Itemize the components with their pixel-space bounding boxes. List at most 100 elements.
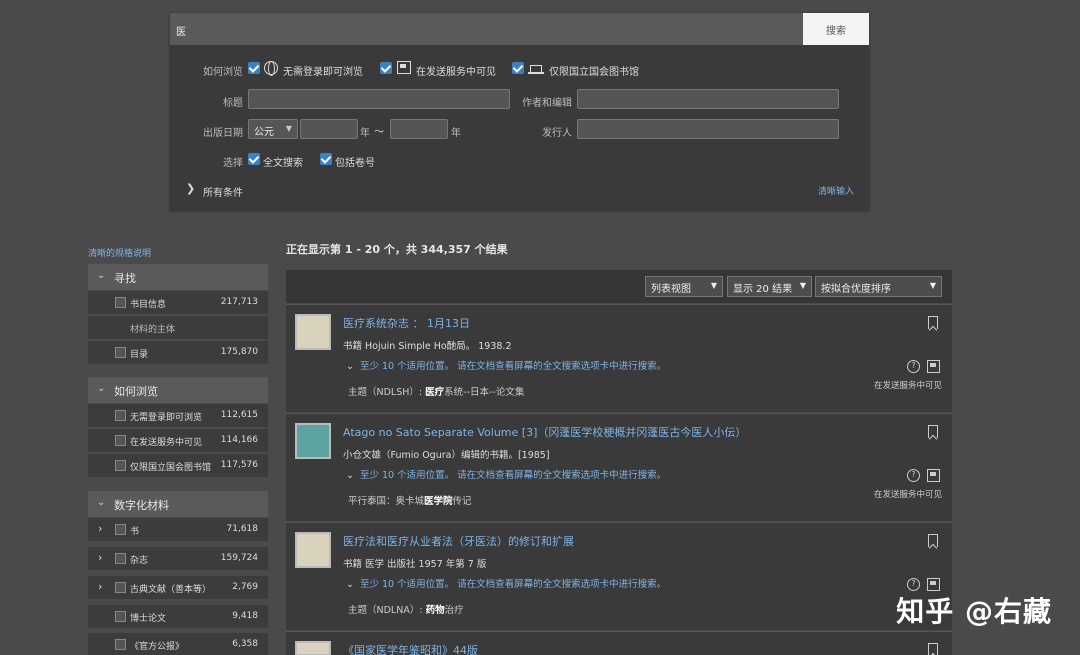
facet-item[interactable]: 无需登录即可浏览 112,615 — [88, 404, 268, 428]
facet-checkbox[interactable] — [115, 639, 126, 650]
facet-item-name: 博士论文 — [130, 614, 167, 624]
search-query: 医 — [176, 27, 186, 38]
facet-item[interactable]: 在发送服务中可见 114,166 — [88, 429, 268, 453]
facet-item[interactable]: 仅限国立国会图书馆 117,576 — [88, 454, 268, 478]
all-conditions-toggle[interactable]: 所有条件 — [203, 184, 243, 199]
year-suffix-from: 年 — [360, 128, 370, 139]
facet-item-count: 6,358 — [232, 639, 258, 649]
facet-item[interactable]: 《官方公报》 6,358 — [88, 633, 268, 655]
browse-delivery-checkbox[interactable] — [380, 62, 392, 74]
chevron-down-icon: ▼ — [710, 281, 717, 290]
result-title-link[interactable]: Atago no Sato Separate Volume [3]（冈蓬医学校梗… — [343, 424, 746, 440]
facet-item-count: 159,724 — [220, 553, 258, 563]
facet-checkbox[interactable] — [115, 410, 126, 421]
result-snippet-toggle[interactable]: ⌄ 至少 10 个适用位置。 请在文档查看屏幕的全文搜索选项卡中进行搜索。 — [346, 358, 666, 372]
chevron-right-icon[interactable]: › — [98, 551, 102, 564]
result-thumbnail[interactable] — [295, 532, 331, 568]
chevron-down-icon[interactable]: ❯ — [186, 182, 195, 195]
subject-prefix: 主题（NDLNA）: — [348, 605, 423, 616]
facet-group-digital[interactable]: ⌄ 数字化材料 — [88, 491, 268, 517]
search-input[interactable]: 医 搜索 — [170, 13, 869, 45]
facet-group-find[interactable]: ⌄ 寻找 — [88, 264, 268, 290]
facet-checkbox[interactable] — [115, 524, 126, 535]
bookmark-icon[interactable] — [928, 534, 938, 547]
publisher-label: 发行人 — [542, 128, 572, 139]
result-snippet: 至少 10 个适用位置。 请在文档查看屏幕的全文搜索选项卡中进行搜索。 — [359, 579, 667, 590]
title-input[interactable] — [248, 89, 510, 109]
facet-item-name: 无需登录即可浏览 — [130, 413, 203, 423]
facet-item[interactable]: › 书 71,618 — [88, 518, 268, 542]
facet-item-count: 114,166 — [220, 435, 258, 445]
result-snippet-toggle[interactable]: ⌄ 至少 10 个适用位置。 请在文档查看屏幕的全文搜索选项卡中进行搜索。 — [346, 576, 666, 590]
facet-item-name: 目录 — [130, 350, 149, 360]
facet-item[interactable]: 目录 175,870 — [88, 341, 268, 365]
result-thumbnail[interactable] — [295, 314, 331, 350]
result-meta: 书籍 Hojuin Simple Ho酏局。 1938.2 — [343, 341, 512, 352]
results-toolbar: 列表视图 ▼ 显示 20 结果 ▼ 按拟合优度排序 ▼ — [286, 270, 952, 303]
help-icon[interactable]: ? — [907, 360, 920, 373]
author-label: 作者和编辑 — [522, 98, 572, 109]
author-input[interactable] — [577, 89, 839, 109]
year-from-input[interactable] — [300, 119, 358, 139]
facet-item[interactable]: 书目信息 217,713 — [88, 291, 268, 315]
date-label: 出版日期 — [203, 128, 243, 139]
view-select-value: 列表视图 — [651, 284, 691, 295]
browse-delivery-label: 在发送服务中可见 — [416, 67, 496, 78]
result-thumbnail[interactable] — [295, 641, 331, 655]
view-select[interactable]: 列表视图 ▼ — [645, 276, 723, 297]
volume-checkbox[interactable] — [320, 153, 332, 165]
chevron-down-icon: ▼ — [799, 281, 806, 290]
facet-checkbox[interactable] — [115, 347, 126, 358]
per-page-select-value: 显示 20 结果 — [733, 284, 793, 295]
clear-input-link[interactable]: 清晰输入 — [818, 184, 854, 197]
facet-item-count: 217,713 — [220, 297, 258, 307]
facet-checkbox[interactable] — [115, 553, 126, 564]
watermark: 知乎 @右藏 — [896, 595, 1052, 628]
result-subject: 平行泰国：奥卡城医学院传记 — [348, 493, 472, 507]
sort-select[interactable]: 按拟合优度排序 ▼ — [815, 276, 942, 297]
chevron-down-icon: ⌄ — [346, 579, 354, 590]
browse-ndl-only-checkbox[interactable] — [512, 62, 524, 74]
result-item: 医疗系统杂志 ： 1月13日 书籍 Hojuin Simple Ho酏局。 19… — [286, 304, 952, 412]
chevron-down-icon: ▼ — [929, 281, 936, 290]
chevron-right-icon[interactable]: › — [98, 522, 102, 535]
bookmark-icon[interactable] — [928, 425, 938, 438]
browse-no-login-checkbox[interactable] — [248, 62, 260, 74]
result-title-link[interactable]: 医疗法和医疗从业者法（牙医法）的修订和扩展 — [343, 533, 574, 549]
per-page-select[interactable]: 显示 20 结果 ▼ — [727, 276, 812, 297]
facet-checkbox[interactable] — [115, 460, 126, 471]
facet-group-browse[interactable]: ⌄ 如何浏览 — [88, 377, 268, 403]
publisher-input[interactable] — [577, 119, 839, 139]
result-title-link[interactable]: 《国家医学年鉴昭和》44版 — [343, 642, 478, 655]
facet-item-name: 书目信息 — [130, 300, 167, 310]
year-to-input[interactable] — [390, 119, 448, 139]
chevron-right-icon[interactable]: › — [98, 580, 102, 593]
library-icon — [528, 61, 544, 74]
facet-checkbox[interactable] — [115, 582, 126, 593]
result-subject: 主题（NDLSH）: 医疗系统--日本--论文集 — [348, 384, 524, 398]
result-snippet-toggle[interactable]: ⌄ 至少 10 个适用位置。 请在文档查看屏幕的全文搜索选项卡中进行搜索。 — [346, 467, 666, 481]
facet-item[interactable]: › 杂志 159,724 — [88, 547, 268, 571]
help-link[interactable]: 清晰的规格说明 — [88, 246, 151, 259]
subject-rest: 传记 — [452, 496, 472, 507]
facet-checkbox[interactable] — [115, 435, 126, 446]
help-icon[interactable]: ? — [907, 469, 920, 482]
subject-highlight: 药物 — [425, 605, 445, 616]
facet-checkbox[interactable] — [115, 297, 126, 308]
facet-checkbox[interactable] — [115, 611, 126, 622]
browse-ndl-only-label: 仅限国立国会图书馆 — [549, 67, 639, 78]
select-label: 选择 — [223, 158, 243, 169]
era-select[interactable]: 公元 ▼ — [248, 119, 298, 139]
result-thumbnail[interactable] — [295, 423, 331, 459]
facet-item[interactable]: 博士论文 9,418 — [88, 605, 268, 629]
bookmark-icon[interactable] — [928, 643, 938, 655]
search-button[interactable]: 搜索 — [803, 13, 869, 45]
result-meta: 小仓文雄（Fumio Ogura）编辑的书籍。[1985] — [343, 450, 550, 461]
facet-item-name: 古典文献（善本等） — [130, 585, 212, 595]
facet-item[interactable]: 材料的主体 — [88, 316, 268, 340]
results-summary: 正在显示第 1 - 20 个，共 344,357 个结果 — [286, 243, 508, 256]
bookmark-icon[interactable] — [928, 316, 938, 329]
fulltext-checkbox[interactable] — [248, 153, 260, 165]
facet-item[interactable]: › 古典文献（善本等） 2,769 — [88, 576, 268, 600]
result-title-link[interactable]: 医疗系统杂志 ： 1月13日 — [343, 315, 470, 331]
